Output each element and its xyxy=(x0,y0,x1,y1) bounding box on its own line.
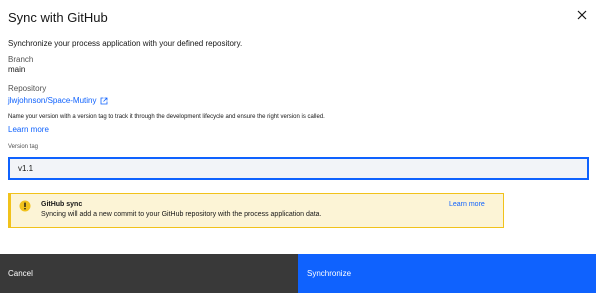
synchronize-button[interactable]: Synchronize xyxy=(298,254,596,293)
branch-value: main xyxy=(8,65,26,74)
sync-modal: Sync with GitHub Synchronize your proces… xyxy=(0,0,596,293)
notification-learn-more-link[interactable]: Learn more xyxy=(449,201,485,208)
version-tag-label: Version tag xyxy=(8,144,39,150)
close-button[interactable] xyxy=(574,7,590,23)
repository-link[interactable]: jlwjohnson/Space-Mutiny xyxy=(8,96,108,105)
repository-link-text[interactable]: jlwjohnson/Space-Mutiny xyxy=(8,96,97,105)
notification-text: Syncing will add a new commit to your Gi… xyxy=(41,211,322,218)
warning-icon xyxy=(19,200,31,212)
close-icon[interactable] xyxy=(577,10,587,20)
learn-more-link[interactable]: Learn more xyxy=(8,125,49,134)
cancel-button[interactable]: Cancel xyxy=(0,254,298,293)
modal-description: Synchronize your process application wit… xyxy=(8,39,243,48)
notification-title: GitHub sync xyxy=(41,201,83,208)
modal-footer: Cancel Synchronize xyxy=(0,254,596,293)
launch-icon[interactable] xyxy=(100,97,108,105)
version-help-text: Name your version with a version tag to … xyxy=(8,114,325,120)
inline-notification: GitHub sync Syncing will add a new commi… xyxy=(8,193,504,228)
repository-label: Repository xyxy=(8,84,47,93)
version-tag-input[interactable] xyxy=(8,157,589,180)
branch-label: Branch xyxy=(8,55,34,64)
modal-title: Sync with GitHub xyxy=(8,10,108,25)
